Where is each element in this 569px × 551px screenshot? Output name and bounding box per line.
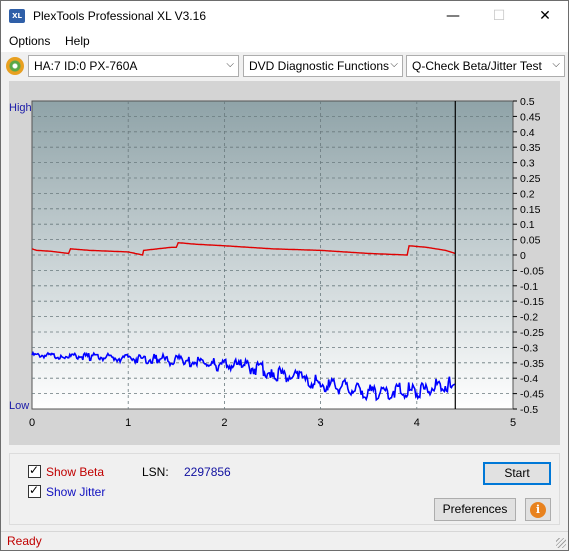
- chevron-down-icon[interactable]: ⌵: [390, 59, 398, 70]
- menu-options[interactable]: Options: [9, 34, 50, 48]
- plextools-app-icon: XL: [9, 9, 25, 23]
- resize-grip-icon[interactable]: [556, 538, 566, 548]
- y-tick-label: 0.1: [520, 219, 535, 231]
- y-tick-label: -0.05: [520, 265, 544, 277]
- chevron-down-icon[interactable]: ⌵: [552, 59, 560, 70]
- grid-lines: [32, 101, 513, 409]
- y-tick-label: -0.3: [520, 342, 538, 354]
- function-select-value: DVD Diagnostic Functions: [249, 59, 390, 73]
- toolbar: HA:7 ID:0 PX-760A ⌵ DVD Diagnostic Funct…: [1, 53, 568, 79]
- x-tick-label: 0: [29, 417, 35, 429]
- y-tick-label: 0.15: [520, 204, 541, 216]
- status-text: Ready: [7, 534, 42, 548]
- checkmark-icon: ✓: [29, 463, 40, 477]
- menu-help[interactable]: Help: [65, 34, 90, 48]
- minimize-button[interactable]: —: [430, 1, 476, 31]
- y-tick-label: -0.5: [520, 404, 538, 416]
- y-tick-label: -0.25: [520, 327, 544, 339]
- y-tick-label: 0.2: [520, 188, 535, 200]
- low-label: Low: [9, 400, 29, 412]
- menu-bar: Options Help: [1, 31, 568, 52]
- checkmark-icon: ✓: [29, 483, 40, 497]
- test-select[interactable]: Q-Check Beta/Jitter Test ⌵: [406, 55, 565, 77]
- y-tick-label: 0.5: [520, 96, 535, 108]
- x-tick-label: 2: [221, 417, 227, 429]
- high-label: High: [9, 102, 32, 114]
- preferences-button[interactable]: Preferences: [434, 498, 516, 521]
- x-tick-label: 1: [125, 417, 131, 429]
- y-tick-label: -0.45: [520, 389, 544, 401]
- y-tick-label: 0.4: [520, 127, 535, 139]
- close-button[interactable]: ✕: [522, 1, 568, 31]
- status-bar: Ready: [1, 531, 568, 550]
- maximize-button[interactable]: ☐: [476, 1, 522, 31]
- app-window: XL PlexTools Professional XL V3.16 — ☐ ✕…: [0, 0, 569, 551]
- show-jitter-label[interactable]: Show Jitter: [46, 485, 105, 499]
- lsn-value: 2297856: [184, 465, 231, 479]
- y-tick-label: -0.35: [520, 358, 544, 370]
- controls-panel: ✓ Show Beta ✓ Show Jitter LSN: 2297856 S…: [9, 453, 560, 525]
- show-beta-checkbox[interactable]: ✓: [28, 463, 41, 478]
- y-tick-label: 0.3: [520, 158, 535, 170]
- y-axis-ticks: 0.5 0.45 0.4 0.35 0.3 0.25 0.2 0.15 0.1 0.05 0 -0.0…: [513, 96, 544, 416]
- lsn-label: LSN:: [142, 465, 169, 479]
- chart-panel: 012345 0.5 0.45 0.4 0.35 0.3 0.25 0.2 0.15 0.1 0.…: [9, 81, 560, 445]
- y-tick-label: 0.05: [520, 235, 541, 247]
- y-tick-label: -0.15: [520, 296, 544, 308]
- show-jitter-checkbox[interactable]: ✓: [28, 483, 41, 498]
- y-tick-label: -0.4: [520, 373, 538, 385]
- y-tick-label: -0.1: [520, 281, 538, 293]
- beta-jitter-chart: 012345 0.50.450.40.350.30.250.20.150.10.…: [9, 96, 544, 429]
- y-tick-label: -0.2: [520, 312, 538, 324]
- window-title: PlexTools Professional XL V3.16: [33, 9, 206, 23]
- x-tick-label: 3: [318, 417, 324, 429]
- y-tick-label: 0.25: [520, 173, 541, 185]
- y-tick-label: 0.45: [520, 111, 541, 123]
- disc-drive-icon: [6, 57, 24, 75]
- start-button[interactable]: Start: [483, 462, 551, 485]
- chevron-down-icon[interactable]: ⌵: [226, 59, 234, 70]
- test-select-value: Q-Check Beta/Jitter Test: [412, 59, 542, 73]
- drive-select[interactable]: HA:7 ID:0 PX-760A ⌵: [28, 55, 239, 77]
- y-tick-label: 0.35: [520, 142, 541, 154]
- info-button[interactable]: i: [525, 498, 551, 521]
- info-icon: i: [530, 502, 546, 518]
- x-axis-ticks: 0 1 2 3 4 5: [29, 417, 516, 429]
- function-select[interactable]: DVD Diagnostic Functions ⌵: [243, 55, 403, 77]
- title-bar[interactable]: XL PlexTools Professional XL V3.16 — ☐ ✕: [1, 1, 568, 31]
- drive-select-value: HA:7 ID:0 PX-760A: [34, 59, 138, 73]
- show-beta-label[interactable]: Show Beta: [46, 465, 104, 479]
- x-tick-label: 5: [510, 417, 516, 429]
- y-tick-label: 0: [520, 250, 526, 262]
- x-tick-label: 4: [414, 417, 420, 429]
